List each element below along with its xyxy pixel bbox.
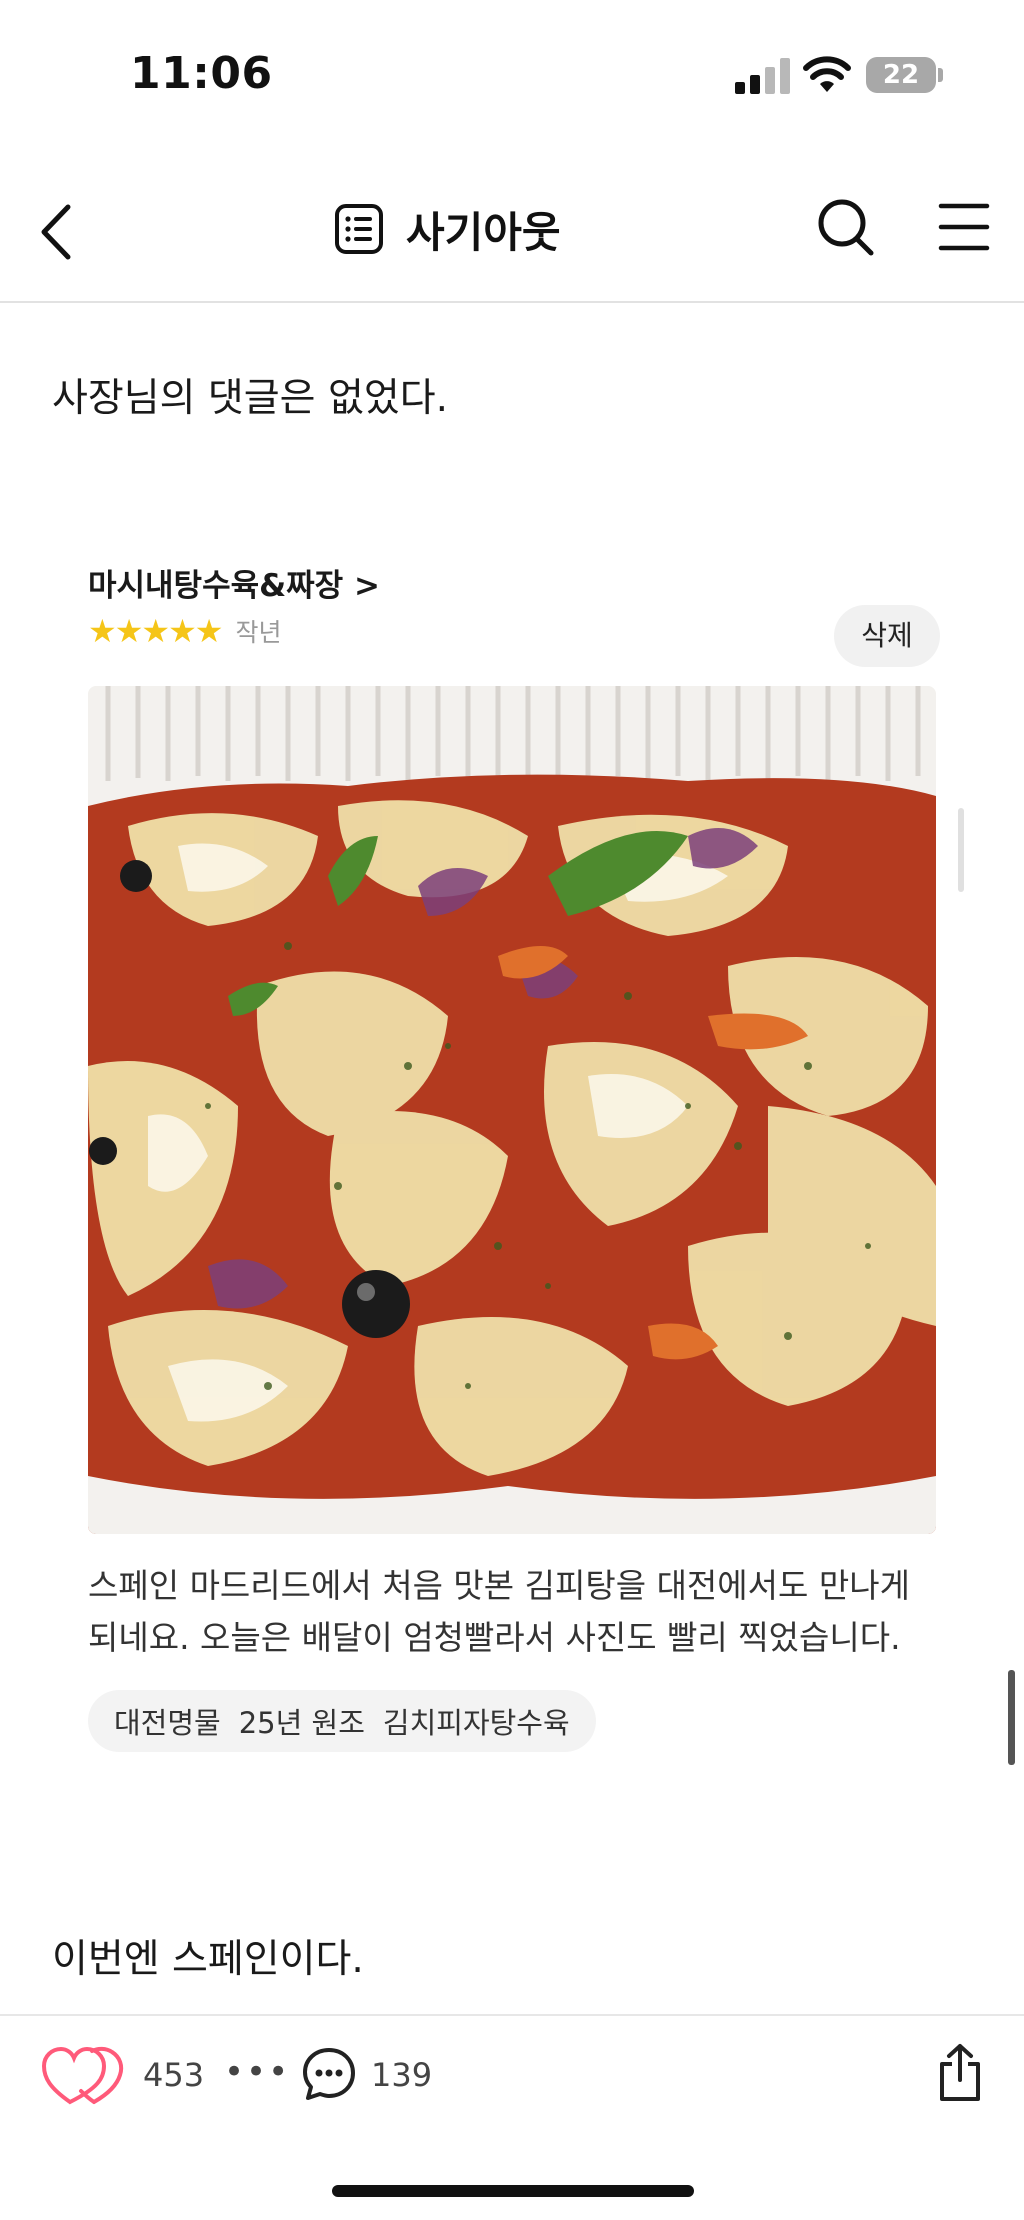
- like-count: 453: [143, 2056, 205, 2094]
- review-text-line: 스페인 마드리드에서 처음 맛본 김피탕을 대전에서도 만나게: [88, 1566, 910, 1605]
- status-bar: 11:06 22: [0, 0, 1024, 150]
- delete-button[interactable]: 삭제: [834, 605, 940, 667]
- tag: 김치피자탕수육: [382, 1706, 570, 1740]
- food-photo-illustration: [88, 686, 936, 1534]
- share-icon[interactable]: [934, 2042, 986, 2104]
- tag: 대전명물: [114, 1706, 221, 1740]
- rating-stars: ★★★★★: [88, 612, 223, 650]
- post-text-before: 사장님의 댓글은 없었다.: [52, 376, 448, 421]
- rating-row: ★★★★★ 작년: [88, 612, 281, 650]
- back-icon[interactable]: [34, 197, 84, 267]
- home-indicator[interactable]: [332, 2185, 694, 2197]
- battery-cap: [938, 68, 943, 82]
- image-scrollbar: [958, 808, 964, 892]
- post-text-after: 이번엔 스페인이다.: [52, 1937, 364, 1982]
- nav-bar: 사기아웃: [0, 175, 1024, 303]
- food-photo[interactable]: [88, 686, 936, 1534]
- nav-title-group[interactable]: 사기아웃: [334, 199, 561, 259]
- review-date: 작년: [235, 618, 282, 647]
- more-dots-icon[interactable]: •••: [224, 2052, 290, 2092]
- cellular-signal-icon: [735, 58, 791, 94]
- bottom-action-bar: 453 ••• 139: [0, 2014, 1024, 2134]
- shop-name-link[interactable]: 마시내탕수육&짜장 >: [88, 560, 380, 605]
- comment-count: 139: [371, 2056, 433, 2094]
- status-time: 11:06: [130, 48, 273, 99]
- comment-icon[interactable]: [300, 2045, 358, 2103]
- tag: 25년 원조: [238, 1706, 365, 1740]
- review-text-line: 되네요. 오늘은 배달이 엄청빨라서 사진도 빨리 찍었습니다.: [88, 1618, 901, 1657]
- page-scrollbar[interactable]: [1008, 1670, 1015, 1765]
- review-tags: 대전명물 25년 원조 김치피자탕수육: [88, 1690, 596, 1752]
- wifi-icon: [803, 56, 851, 92]
- list-icon: [335, 204, 383, 254]
- menu-icon[interactable]: [938, 201, 990, 253]
- page-title: 사기아웃: [406, 207, 561, 257]
- search-icon[interactable]: [816, 197, 876, 259]
- battery-level: 22: [882, 60, 920, 90]
- heart-icon[interactable]: [40, 2044, 126, 2108]
- battery-icon: 22: [866, 57, 936, 93]
- review-text: 스페인 마드리드에서 처음 맛본 김피탕을 대전에서도 만나게 되네요. 오늘은…: [88, 1560, 948, 1664]
